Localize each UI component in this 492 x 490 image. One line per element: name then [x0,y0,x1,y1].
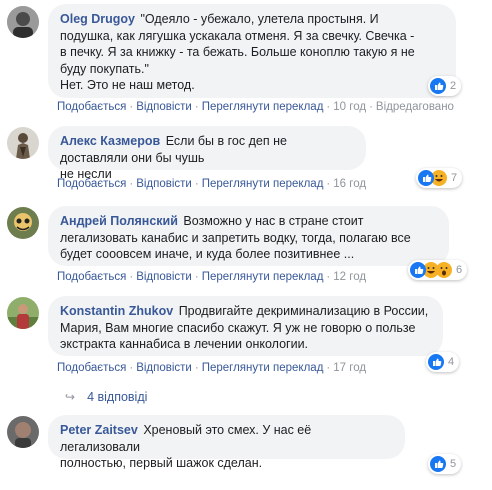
reaction-count: 4 [448,356,455,368]
avatar-photo [7,297,39,329]
reaction-count: 6 [456,264,463,276]
comment-author[interactable]: Андрей Полянский [60,214,178,228]
like-icon [428,354,444,370]
comment-bubble: Oleg Drugoy "Одеяло - убежало, улетела п… [48,4,456,98]
see-translation-link[interactable]: Переглянути переклад [202,271,324,283]
like-icon [430,456,446,472]
timestamp[interactable]: 17 год [333,362,366,374]
comment-text-line: Продвигайте декриминализацию в России, [178,304,429,318]
comment-bubble: Андрей Полянский Возможно у нас в стране… [48,206,449,266]
avatar-photo [7,127,39,159]
reaction-summary[interactable]: 7 [416,168,463,188]
comment-bubble: Алекс Казмеров Если бы в гос деп не дост… [48,126,366,181]
avatar[interactable] [7,127,39,159]
comment-text-line: буду покупать." [60,61,149,76]
timestamp[interactable]: 10 год [333,101,366,113]
reaction-summary[interactable]: 5 [428,454,462,474]
comment-author[interactable]: Peter Zaitsev [60,423,138,437]
reply-button[interactable]: Відповісти [136,271,192,283]
comment-text-line: легализовать канабис и запретить водку, … [60,230,411,245]
timestamp[interactable]: 16 год [333,178,366,190]
comment-text-line: экстракта каннабиса в лечении онкологии. [60,337,309,351]
avatar-photo [7,6,39,38]
comment-text-line: полностью, первый шажок сделан. [60,456,263,470]
reaction-count: 2 [450,80,457,92]
reaction-count: 5 [450,458,457,470]
avatar-photo [7,207,39,239]
comment-author[interactable]: Oleg Drugoy [60,12,135,26]
reply-button[interactable]: Відповісти [136,101,192,113]
avatar[interactable] [7,297,39,329]
timestamp[interactable]: 12 год [333,271,366,283]
replies-count-label[interactable]: 4 відповіді [87,390,147,404]
comment-author[interactable]: Алекс Казмеров [60,134,160,148]
see-translation-link[interactable]: Переглянути переклад [202,362,324,374]
comment-text-line: Нет. Это не наш метод. [60,78,195,92]
comment-text-line: "Одеяло - убежало, улетела простыня. И [140,12,379,26]
comment-text-line: будет сооовсем иначе, и куда более позит… [60,247,355,261]
reaction-count: 7 [451,172,458,184]
avatar[interactable] [7,207,39,239]
comment-actions: Подобається · Відповісти · Переглянути перек… [57,101,454,113]
reaction-summary[interactable]: 4 [426,352,460,372]
see-translation-link[interactable]: Переглянути переклад [202,178,324,190]
like-icon [410,262,426,278]
like-icon [418,170,434,186]
reply-arrow-icon: ↪ [65,390,76,404]
like-button[interactable]: Подобається [57,271,126,283]
reply-button[interactable]: Відповісти [136,178,192,190]
avatar[interactable] [7,6,39,38]
like-icon [430,78,446,94]
avatar-photo [7,416,39,448]
reply-button[interactable]: Відповісти [136,362,192,374]
comment-actions: Подобається · Відповісти · Переглянути перек… [57,178,367,190]
comment-text-line: подушка, как лягушка ускакала отменя. Я … [60,28,415,43]
comment-text-line: в печку. Я за книжку - та бежать. Больше… [60,45,415,59]
see-translation-link[interactable]: Переглянути переклад [202,101,324,113]
edited-label[interactable]: Відредаговано [376,101,454,113]
like-button[interactable]: Подобається [57,178,126,190]
like-button[interactable]: Подобається [57,101,126,113]
avatar[interactable] [7,416,39,448]
comment-bubble: Konstantin Zhukov Продвигайте декриминал… [48,296,443,356]
comment-bubble: Peter Zaitsev Хреновый это смех. У нас е… [48,415,405,470]
view-replies-link[interactable]: ↪ 4 відповіді [65,390,147,404]
reaction-summary[interactable]: 6 [408,260,468,280]
comment-actions: Подобається · Відповісти · Переглянути перек… [57,362,367,374]
comment-actions: Подобається · Відповісти · Переглянути перек… [57,271,367,283]
reaction-summary[interactable]: 2 [428,76,462,96]
comment-text-line: Мария, Вам многие спасибо скажут. Я уж н… [60,320,416,335]
comment-author[interactable]: Konstantin Zhukov [60,304,173,318]
like-button[interactable]: Подобається [57,362,126,374]
comment-text-line: Возможно у нас в стране стоит [183,214,364,228]
